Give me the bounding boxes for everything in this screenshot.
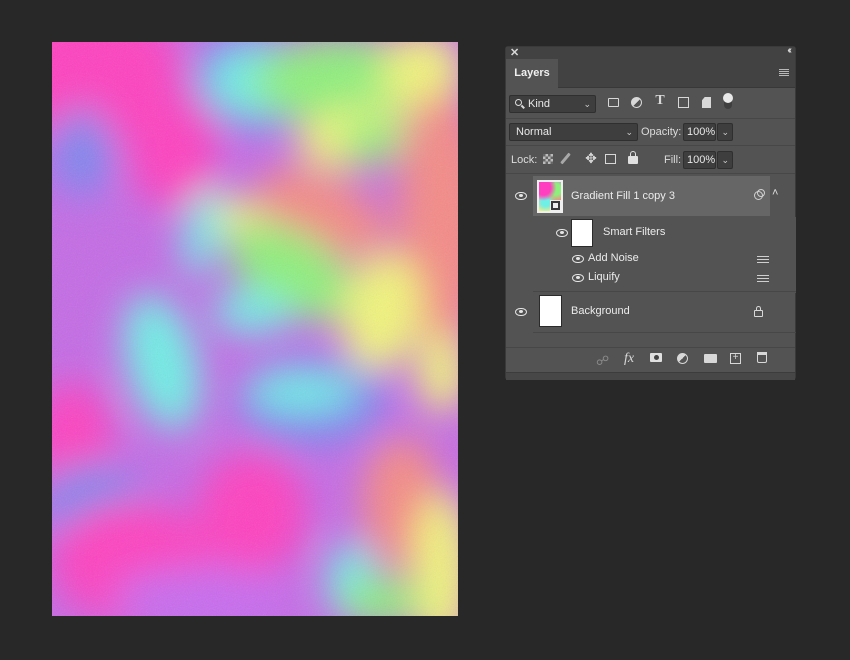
visibility-eye-icon[interactable] — [556, 229, 568, 237]
lock-label: Lock: — [511, 154, 538, 166]
blending-options-icon[interactable] — [757, 274, 769, 283]
opacity-slider-toggle[interactable]: ⌄ — [717, 123, 733, 141]
layer-name[interactable]: Gradient Fill 1 copy 3 — [571, 190, 675, 202]
type-layer-filter-icon[interactable]: T — [654, 94, 666, 108]
collapse-panel-icon[interactable]: ‹‹ — [787, 45, 791, 56]
filter-row-add-noise[interactable]: Add Noise — [506, 250, 795, 268]
filter-row: Kind ⌄ T — [506, 93, 795, 114]
blend-row: Normal ⌄ Opacity: 100% ⌄ — [506, 122, 795, 142]
filter-name: Add Noise — [588, 252, 639, 264]
smart-object-filter-icon[interactable] — [702, 97, 711, 108]
shape-layer-filter-icon[interactable] — [678, 97, 689, 108]
tab-layers[interactable]: Layers — [506, 59, 558, 88]
fill-input[interactable]: 100% — [683, 151, 716, 169]
new-group-button[interactable] — [704, 354, 717, 363]
chevron-down-icon: ⌄ — [721, 127, 729, 137]
filter-row-liquify[interactable]: Liquify — [506, 269, 795, 287]
visibility-eye-icon[interactable] — [515, 308, 527, 316]
adjustment-layer-filter-icon[interactable] — [631, 97, 642, 108]
fill-label[interactable]: Fill: — [664, 154, 681, 166]
chevron-down-icon: ⌄ — [721, 155, 729, 165]
blending-options-icon[interactable] — [757, 255, 769, 264]
panel-menu-icon[interactable] — [779, 69, 789, 77]
layer-thumbnail[interactable] — [539, 295, 562, 327]
add-layer-mask-button[interactable] — [650, 353, 662, 362]
document-canvas[interactable] — [52, 42, 458, 616]
lock-all-icon[interactable] — [628, 151, 638, 164]
layer-thumbnail[interactable] — [537, 180, 563, 213]
layer-row-background[interactable]: Background — [506, 292, 795, 332]
lock-artboard-icon[interactable] — [605, 154, 616, 164]
smart-filter-mask-thumbnail[interactable] — [571, 219, 593, 247]
visibility-eye-icon[interactable] — [515, 192, 527, 200]
chevron-down-icon: ⌄ — [625, 127, 633, 137]
layers-panel: ✕ ‹‹ Layers Kind ⌄ T Normal ⌄ Opacity: 1… — [505, 45, 796, 380]
lock-row: Lock: ✥ Fill: 100% ⌄ — [506, 150, 795, 170]
smart-filters-group: Smart Filters Add Noise Liquify — [506, 217, 796, 293]
opacity-input[interactable]: 100% — [683, 123, 716, 141]
layer-list: Gradient Fill 1 copy 3 ˄ Smart Filters A… — [506, 174, 796, 347]
add-layer-style-button[interactable]: fx — [624, 351, 634, 367]
smart-filters-label: Smart Filters — [603, 226, 666, 238]
lock-image-pixels-icon[interactable] — [560, 152, 571, 165]
layer-name[interactable]: Background — [571, 305, 630, 317]
blend-mode-value: Normal — [516, 126, 552, 138]
new-adjustment-layer-button[interactable] — [677, 353, 688, 364]
pixel-layer-filter-icon[interactable] — [608, 98, 619, 107]
new-layer-button[interactable]: + — [730, 353, 741, 364]
opacity-label[interactable]: Opacity: — [641, 126, 681, 138]
filter-name: Liquify — [588, 271, 620, 283]
smart-object-badge-icon — [550, 200, 561, 211]
holographic-gradient-artwork — [52, 42, 458, 616]
close-icon[interactable]: ✕ — [510, 46, 519, 59]
visibility-eye-icon[interactable] — [572, 274, 584, 282]
filter-kind-select[interactable]: Kind ⌄ — [509, 95, 596, 113]
smart-object-link-icon — [754, 189, 765, 200]
delete-layer-button[interactable] — [757, 352, 767, 363]
link-layers-icon[interactable]: ☍ — [596, 353, 609, 369]
fill-slider-toggle[interactable]: ⌄ — [717, 151, 733, 169]
layer-lock-icon — [754, 306, 763, 317]
layer-row-gradient-fill[interactable]: Gradient Fill 1 copy 3 ˄ — [506, 176, 795, 216]
panel-tab-bar: Layers — [506, 59, 795, 88]
filter-kind-label: Kind — [528, 98, 551, 110]
lock-transparent-pixels-icon[interactable] — [543, 154, 553, 164]
panel-resize-bar[interactable] — [506, 372, 795, 380]
noise-overlay — [52, 42, 458, 616]
panel-footer: ☍ fx + — [506, 347, 795, 372]
blend-mode-select[interactable]: Normal ⌄ — [509, 123, 638, 141]
lock-position-icon[interactable]: ✥ — [584, 151, 598, 165]
panel-titlebar[interactable]: ✕ ‹‹ — [506, 45, 795, 59]
collapse-effects-chevron-icon[interactable]: ˄ — [772, 187, 778, 199]
chevron-down-icon: ⌄ — [583, 99, 591, 109]
smart-filters-row[interactable]: Smart Filters — [506, 217, 795, 247]
visibility-eye-icon[interactable] — [572, 255, 584, 263]
filter-toggle[interactable] — [723, 93, 733, 109]
